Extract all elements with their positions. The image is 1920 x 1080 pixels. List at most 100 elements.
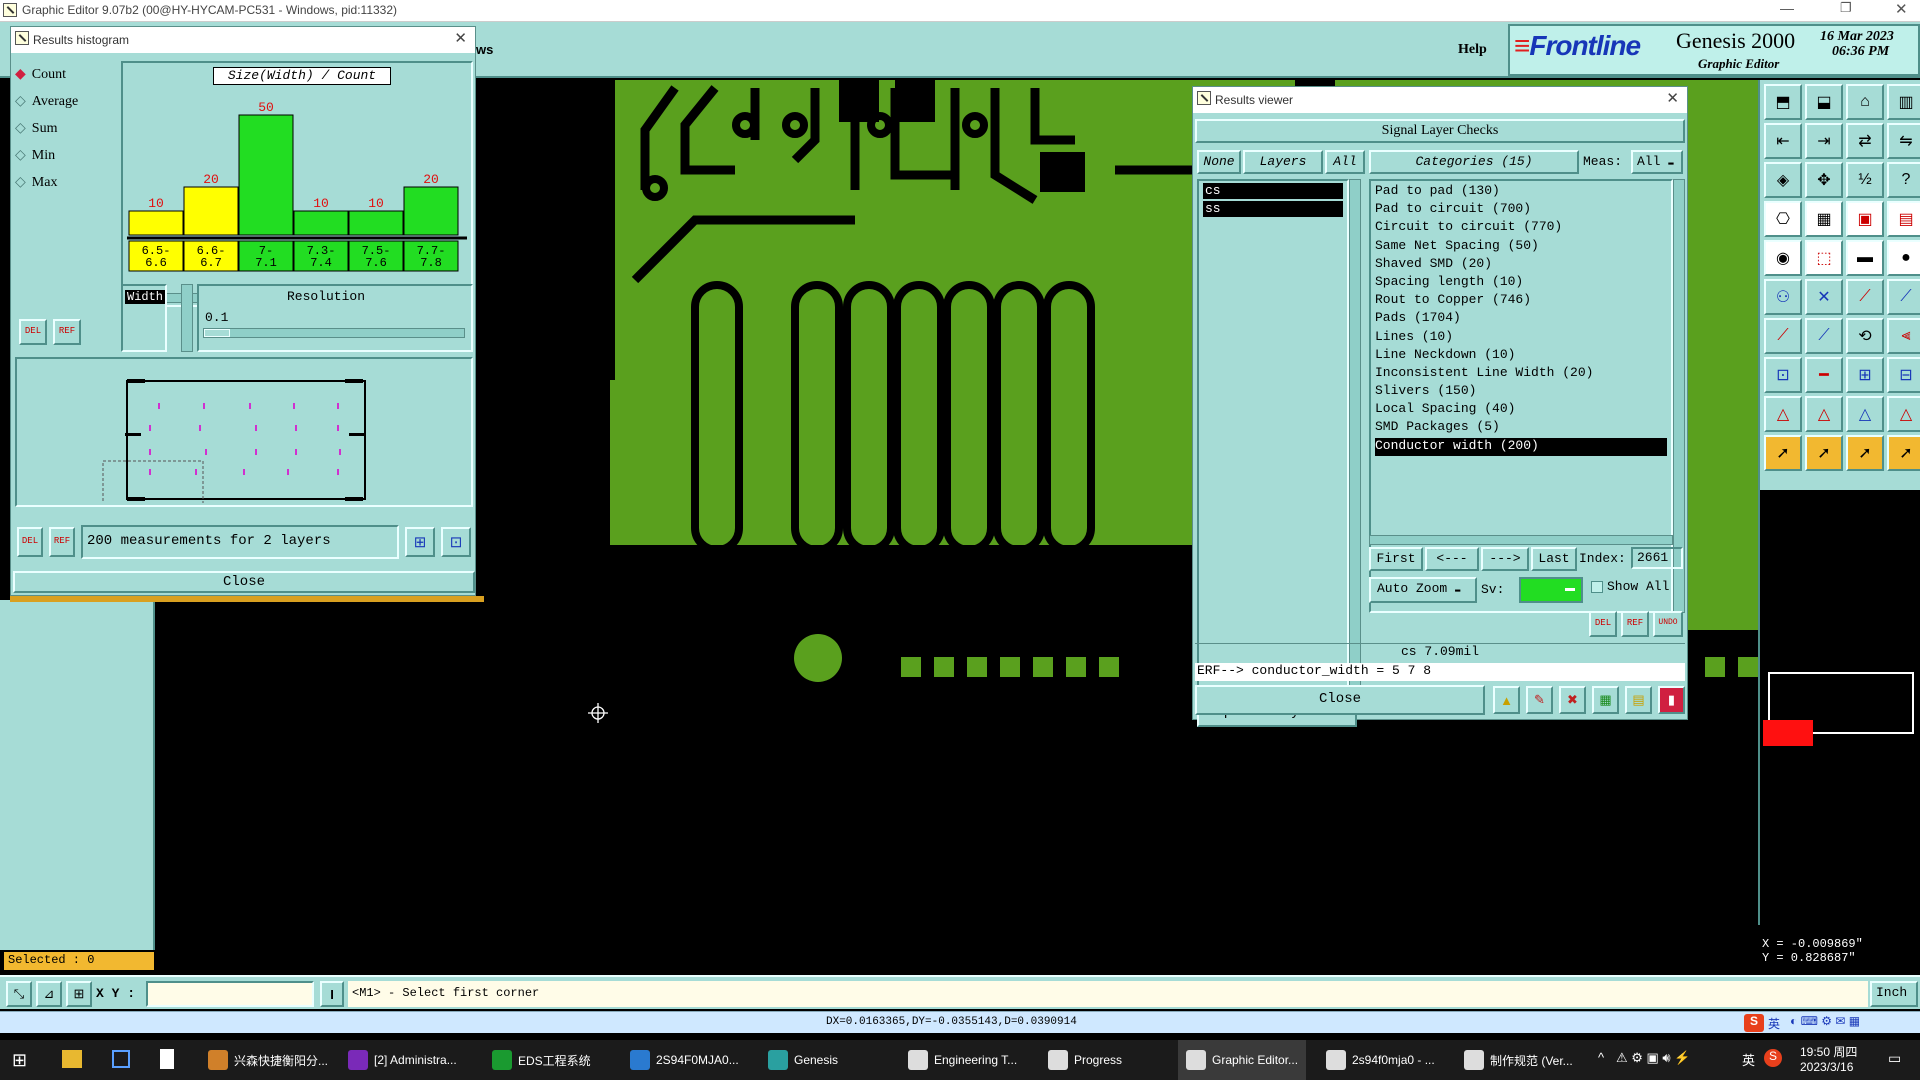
red-pen-icon[interactable]: ✎ xyxy=(1526,686,1553,714)
mode-max[interactable]: ◇ Max xyxy=(15,169,117,196)
categories-button[interactable]: Categories (15) xyxy=(1369,150,1579,174)
next-button[interactable]: ---> xyxy=(1481,547,1529,571)
taskbar-item[interactable]: Graphic Editor... xyxy=(1178,1040,1307,1080)
results-close-icon[interactable]: ✕ xyxy=(1666,89,1679,107)
tool-icon[interactable]: ◉ xyxy=(1764,240,1802,276)
width-scrollbar[interactable] xyxy=(181,284,193,352)
category-item[interactable]: Same Net Spacing (50) xyxy=(1375,238,1667,256)
histogram-bar[interactable] xyxy=(183,186,239,236)
measure-icon[interactable]: ⊿ xyxy=(36,981,62,1007)
tool-icon[interactable]: ▦ xyxy=(1805,201,1843,237)
ime-tools-icon[interactable]: ◐ ⌨ ⚙ ✉ ▦ xyxy=(1790,1014,1860,1028)
width-field[interactable]: Width xyxy=(125,290,166,304)
taskbar-item[interactable]: Progress xyxy=(1040,1040,1130,1080)
tool-icon[interactable]: ⬓ xyxy=(1805,84,1843,120)
tool-icon[interactable]: ⊟ xyxy=(1887,357,1920,393)
tool-icon[interactable]: ▣ xyxy=(1846,201,1884,237)
first-button[interactable]: First xyxy=(1369,547,1423,571)
notepad-icon[interactable] xyxy=(160,1049,174,1069)
snap-icon[interactable]: ⤡ xyxy=(6,981,32,1007)
layers-none-button[interactable]: None xyxy=(1197,150,1241,174)
taskbar-item[interactable]: [2] Administra... xyxy=(340,1040,465,1080)
clock-time[interactable]: 19:50 周四 xyxy=(1800,1043,1857,1060)
category-item[interactable]: Pad to circuit (700) xyxy=(1375,201,1667,219)
tray-s-icon[interactable]: S xyxy=(1764,1049,1782,1067)
resolution-slider[interactable] xyxy=(203,328,465,338)
tool-icon[interactable]: ✕ xyxy=(1805,279,1843,315)
taskbar-item[interactable]: EDS工程系统 xyxy=(484,1040,599,1080)
tool-icon[interactable]: ⌂ xyxy=(1846,84,1884,120)
tool-icon[interactable]: ➚ xyxy=(1805,435,1843,471)
tray-ime-lang[interactable]: 英 xyxy=(1742,1050,1755,1069)
results-del-button[interactable]: DEL xyxy=(1589,611,1617,637)
show-all-checkbox[interactable] xyxy=(1591,581,1603,593)
category-item[interactable]: Rout to Copper (746) xyxy=(1375,292,1667,310)
preview-del-button[interactable]: DEL xyxy=(17,527,43,557)
tray-chevron-icon[interactable]: ^ xyxy=(1598,1050,1604,1065)
yellow-marker-icon[interactable]: ▲ xyxy=(1493,686,1520,714)
tool-icon[interactable]: ⟋ xyxy=(1846,279,1884,315)
tool-icon[interactable]: ➚ xyxy=(1887,435,1920,471)
histogram-bar[interactable] xyxy=(403,186,459,236)
layer-item-cs[interactable]: cs xyxy=(1203,183,1343,199)
mode-count[interactable]: ◆ Count xyxy=(15,61,117,88)
mode-min[interactable]: ◇ Min xyxy=(15,142,117,169)
category-item-selected[interactable]: Conductor width (200) xyxy=(1375,437,1667,456)
minimize-icon[interactable]: — xyxy=(1780,0,1794,16)
histogram-bar[interactable] xyxy=(348,210,404,236)
mode-average[interactable]: ◇ Average xyxy=(15,88,117,115)
tool-icon[interactable]: ? xyxy=(1887,162,1920,198)
category-item[interactable]: Shaved SMD (20) xyxy=(1375,256,1667,274)
tool-icon[interactable]: ➚ xyxy=(1846,435,1884,471)
prev-button[interactable]: <--- xyxy=(1425,547,1479,571)
tool-icon[interactable]: △ xyxy=(1887,396,1920,432)
taskbar-item[interactable]: 制作规范 (Ver... xyxy=(1456,1040,1581,1080)
tool-icon[interactable]: ▤ xyxy=(1887,201,1920,237)
tool-icon[interactable]: △ xyxy=(1764,396,1802,432)
tool-icon[interactable]: ⎔ xyxy=(1764,201,1802,237)
tool-icon[interactable]: ⇄ xyxy=(1846,123,1884,159)
category-item[interactable]: Spacing length (10) xyxy=(1375,274,1667,292)
taskbar-item[interactable]: 兴森快捷衡阳分... xyxy=(200,1040,336,1080)
category-item[interactable]: Lines (10) xyxy=(1375,329,1667,347)
tool-icon[interactable]: ▬ xyxy=(1846,240,1884,276)
tool-icon[interactable]: ⟋ xyxy=(1887,279,1920,315)
tool-icon[interactable]: △ xyxy=(1805,396,1843,432)
index-input[interactable]: 2661 xyxy=(1631,547,1683,569)
layer-list-scrollbar[interactable] xyxy=(1349,179,1361,687)
layer-list[interactable]: cs ss xyxy=(1197,179,1349,687)
category-item[interactable]: Pad to pad (130) xyxy=(1375,183,1667,201)
layer-item-ss[interactable]: ss xyxy=(1203,201,1343,217)
slider-thumb[interactable] xyxy=(204,329,230,337)
category-item[interactable]: Line Neckdown (10) xyxy=(1375,347,1667,365)
category-item[interactable]: Local Spacing (40) xyxy=(1375,401,1667,419)
tool-icon[interactable]: ⟲ xyxy=(1846,318,1884,354)
green-report-icon[interactable]: ▦ xyxy=(1592,686,1619,714)
xy-input[interactable] xyxy=(146,981,314,1007)
histogram-icon[interactable]: ▮ xyxy=(1658,686,1685,714)
meas-select[interactable]: All ▬ xyxy=(1631,150,1683,174)
tool-icon[interactable]: ◈ xyxy=(1764,162,1802,198)
taskbar-item[interactable]: 2s94f0mja0 - ... xyxy=(1318,1040,1443,1080)
grid-icon[interactable]: ⊞ xyxy=(66,981,92,1007)
histogram-close-button[interactable]: Close xyxy=(13,571,475,593)
maximize-icon[interactable]: ❐ xyxy=(1840,0,1852,16)
preview-ref-button[interactable]: REF xyxy=(49,527,75,557)
results-undo-button[interactable]: UNDO xyxy=(1653,611,1683,637)
category-item[interactable]: Circuit to circuit (770) xyxy=(1375,219,1667,237)
tool-icon[interactable]: ━ xyxy=(1805,357,1843,393)
notes-icon[interactable]: ▤ xyxy=(1625,686,1652,714)
tool-icon[interactable]: ⇥ xyxy=(1805,123,1843,159)
tool-icon[interactable]: ⬒ xyxy=(1764,84,1802,120)
units-select[interactable]: Inch ▬ xyxy=(1870,981,1918,1019)
category-item[interactable]: Slivers (150) xyxy=(1375,383,1667,401)
category-hscrollbar[interactable] xyxy=(1369,535,1673,545)
taskview-icon[interactable] xyxy=(112,1050,130,1068)
histogram-ref-button[interactable]: REF xyxy=(53,319,81,345)
close-icon[interactable]: ✕ xyxy=(1895,0,1908,18)
start-icon[interactable]: ⊞ xyxy=(12,1050,27,1071)
last-button[interactable]: Last xyxy=(1531,547,1577,571)
tool-icon[interactable]: ⇋ xyxy=(1887,123,1920,159)
histogram-bar[interactable] xyxy=(128,210,184,236)
results-close-button[interactable]: Close xyxy=(1195,685,1485,715)
